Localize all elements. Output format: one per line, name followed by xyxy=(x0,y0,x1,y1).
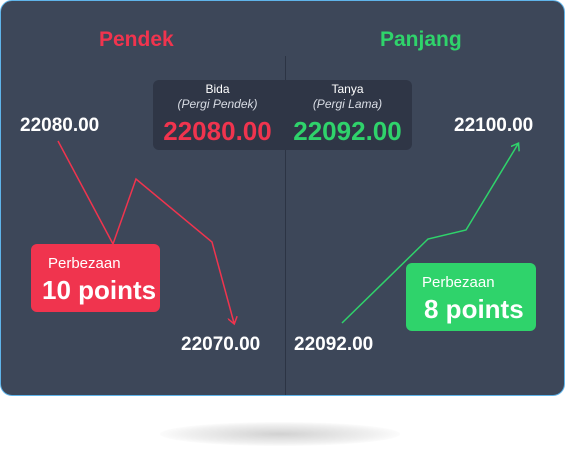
bid-column: Bida (Pergi Pendek) 22080.00 xyxy=(153,80,282,150)
long-start-price: 22092.00 xyxy=(294,334,374,355)
long-difference-badge: Perbezaan 8 points xyxy=(406,263,536,331)
ask-label: Tanya xyxy=(331,82,364,96)
short-end-price: 22070.00 xyxy=(181,334,261,355)
long-end-price: 22100.00 xyxy=(454,115,534,136)
comparison-card: Pendek Panjang Bida (Pergi Pendek) 22080… xyxy=(0,0,565,396)
short-difference-value: 10 points xyxy=(42,275,157,305)
short-difference-badge: Perbezaan 10 points xyxy=(31,244,160,312)
bid-sublabel: (Pergi Pendek) xyxy=(177,97,258,111)
quote-panel: Bida (Pergi Pendek) 22080.00 Tanya (Perg… xyxy=(153,80,412,150)
card-shadow xyxy=(160,422,400,446)
bid-price: 22080.00 xyxy=(163,116,272,146)
short-difference-label: Perbezaan xyxy=(48,255,121,272)
ask-column: Tanya (Pergi Lama) 22092.00 xyxy=(283,80,412,150)
long-difference-value: 8 points xyxy=(424,294,524,324)
long-difference-label: Perbezaan xyxy=(422,274,495,291)
ask-price: 22092.00 xyxy=(293,116,402,146)
ask-sublabel: (Pergi Lama) xyxy=(312,97,383,111)
short-start-price: 22080.00 xyxy=(20,115,100,136)
price-path-chart xyxy=(57,140,564,395)
bid-label: Bida xyxy=(205,82,230,96)
